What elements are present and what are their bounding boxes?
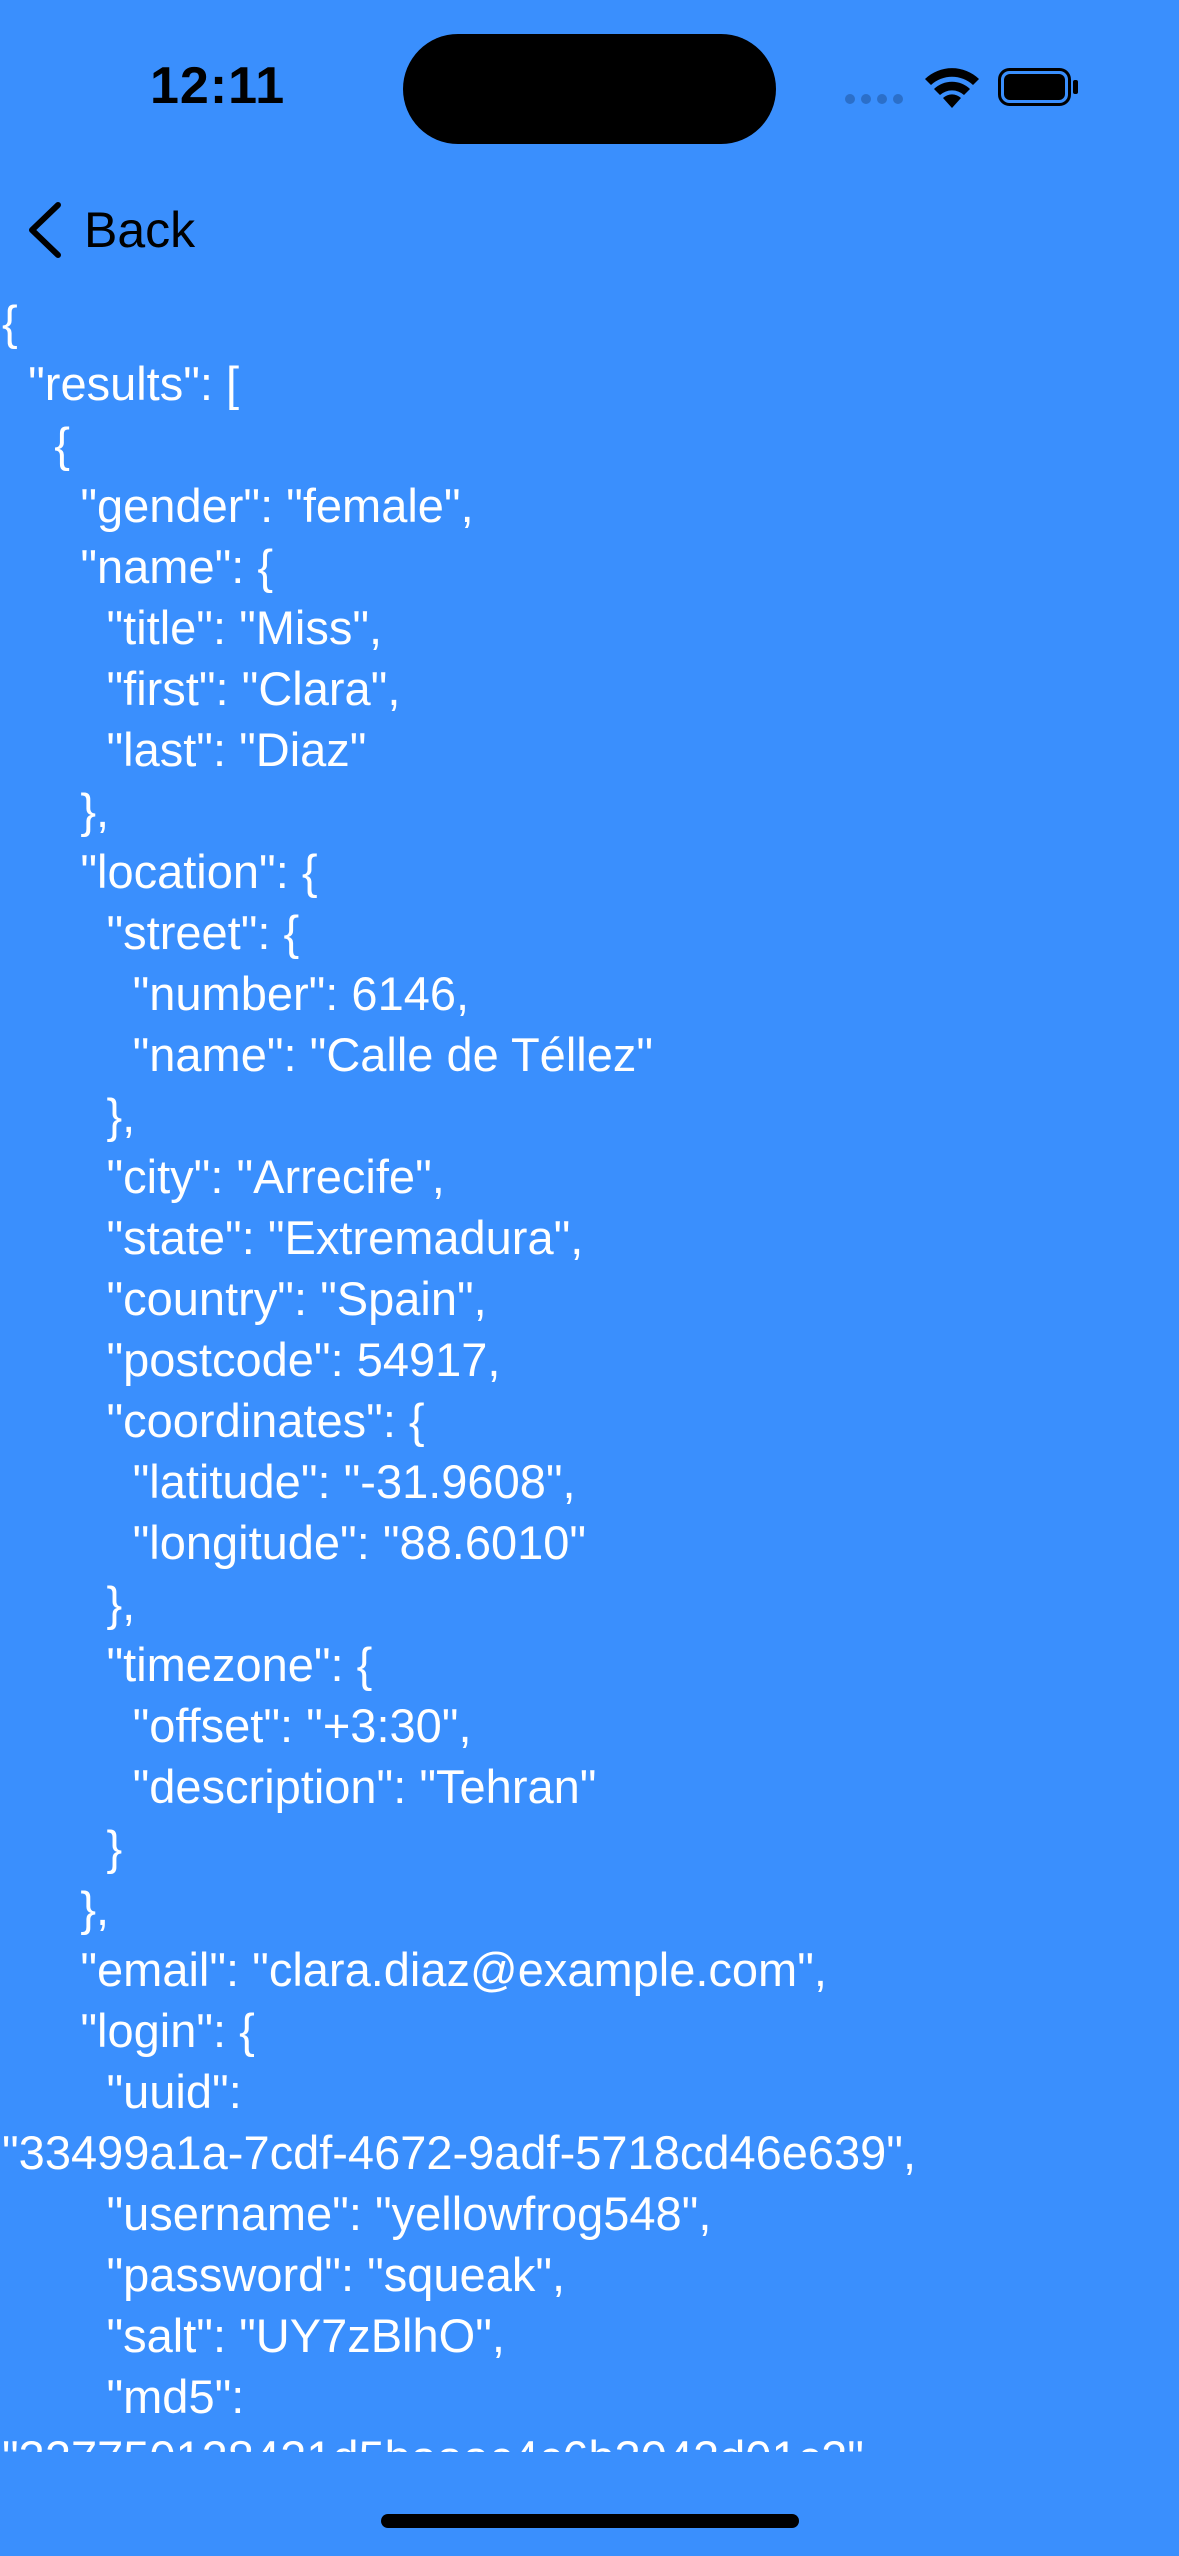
back-button[interactable]: Back bbox=[22, 190, 195, 270]
cellular-signal-icon bbox=[845, 94, 903, 104]
status-time: 12:11 bbox=[150, 57, 286, 115]
dynamic-island bbox=[403, 34, 776, 144]
json-response-view[interactable]: { "results": [ { "gender": "female", "na… bbox=[0, 292, 1179, 2452]
back-label: Back bbox=[84, 202, 196, 258]
chevron-left-icon bbox=[29, 202, 61, 258]
home-indicator[interactable] bbox=[381, 2514, 799, 2528]
navigation-bar: Back bbox=[0, 180, 1179, 280]
status-bar: 12:11 bbox=[0, 0, 1179, 170]
json-text: { "results": [ { "gender": "female", "na… bbox=[2, 296, 917, 2452]
wifi-icon bbox=[925, 68, 979, 108]
battery-icon bbox=[998, 68, 1078, 106]
